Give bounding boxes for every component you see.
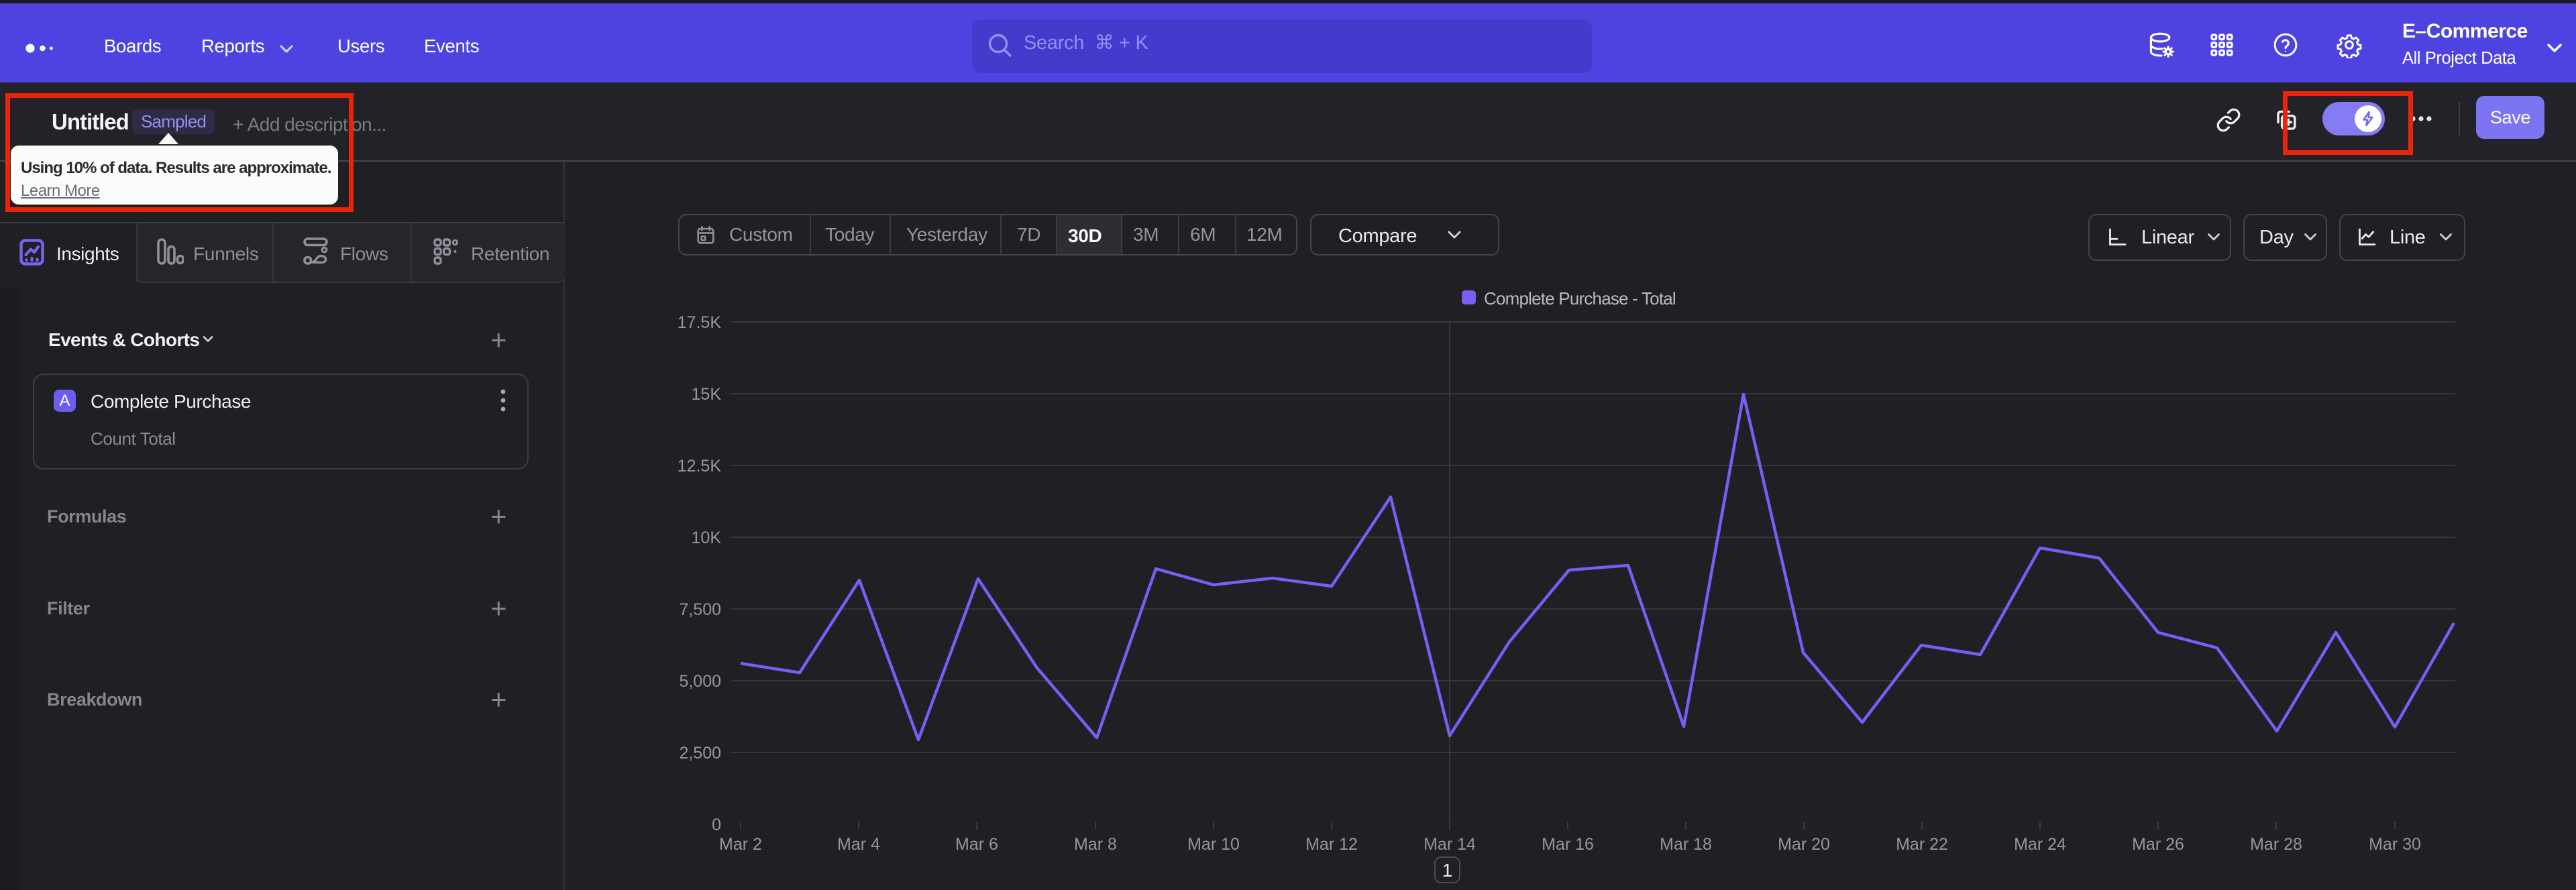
svg-text:Mar 6: Mar 6 — [955, 835, 998, 854]
svg-text:Mar 12: Mar 12 — [1305, 835, 1358, 854]
svg-text:5,000: 5,000 — [679, 672, 721, 691]
svg-text:Mar 24: Mar 24 — [2014, 835, 2066, 854]
svg-text:10K: 10K — [692, 529, 722, 547]
svg-text:7,500: 7,500 — [679, 600, 721, 619]
svg-text:Mar 28: Mar 28 — [2250, 835, 2302, 854]
svg-text:Mar 10: Mar 10 — [1187, 835, 1240, 854]
svg-text:Mar 30: Mar 30 — [2369, 835, 2421, 854]
svg-text:Mar 4: Mar 4 — [837, 835, 880, 854]
svg-text:Mar 14: Mar 14 — [1424, 835, 1476, 854]
svg-text:Mar 18: Mar 18 — [1660, 835, 1712, 854]
svg-text:17.5K: 17.5K — [678, 313, 722, 332]
svg-text:Mar 16: Mar 16 — [1542, 835, 1594, 854]
svg-text:15K: 15K — [692, 385, 722, 404]
svg-text:0: 0 — [712, 816, 721, 834]
svg-text:Mar 20: Mar 20 — [1778, 835, 1830, 854]
svg-text:Mar 2: Mar 2 — [719, 835, 762, 854]
svg-text:Mar 8: Mar 8 — [1074, 835, 1117, 854]
svg-text:2,500: 2,500 — [679, 744, 721, 763]
svg-text:12.5K: 12.5K — [678, 457, 722, 476]
svg-text:Mar 26: Mar 26 — [2132, 835, 2184, 854]
svg-text:Mar 22: Mar 22 — [1896, 835, 1948, 854]
